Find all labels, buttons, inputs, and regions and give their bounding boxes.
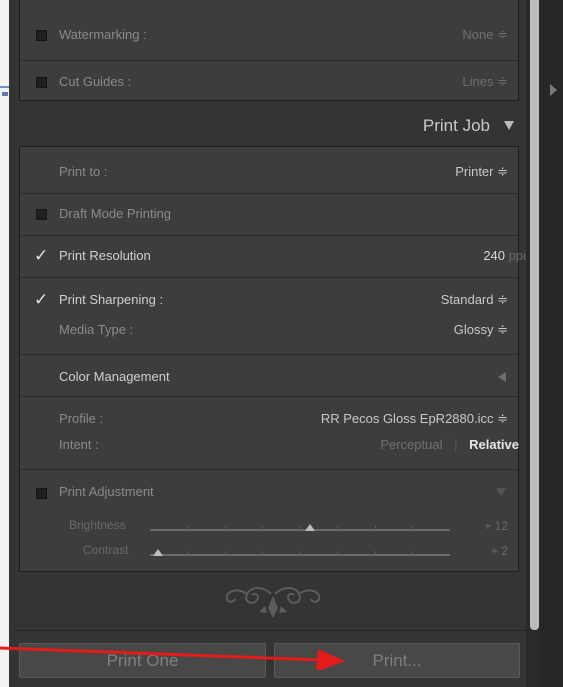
- cut-guides-row[interactable]: Cut Guides : Lines ≑: [20, 60, 518, 102]
- right-panel: Watermarking : None ≑ Cut Guides : Lines…: [15, 0, 526, 687]
- draft-mode-label: Draft Mode Printing: [59, 206, 171, 221]
- checkmark-icon[interactable]: ✓: [34, 247, 48, 264]
- slider-tick: [225, 526, 226, 530]
- contrast-label: Contrast: [83, 543, 129, 557]
- slider-tick: [375, 526, 376, 530]
- left-strip-mark: [0, 86, 9, 88]
- collapse-left-triangle-icon[interactable]: [498, 372, 506, 382]
- brightness-label: Brightness: [69, 518, 126, 532]
- intent-perceptual-option[interactable]: Perceptual: [380, 437, 442, 452]
- print-sharpening-row[interactable]: ✓ Print Sharpening : Standard ≑ Media Ty…: [20, 277, 518, 354]
- print-job-title: Print Job: [422, 116, 490, 135]
- brightness-slider[interactable]: [150, 524, 455, 538]
- right-edge-strip: [540, 0, 563, 687]
- brightness-value[interactable]: + 12: [484, 519, 508, 533]
- intent-label: Intent :: [59, 437, 99, 452]
- print-resolution-unit: ppi: [508, 248, 526, 263]
- print-adjustment-checkbox[interactable]: [36, 488, 47, 499]
- media-type-select[interactable]: Glossy ≑: [454, 322, 508, 338]
- expand-right-panel-arrow-icon[interactable]: [550, 84, 557, 96]
- cut-guides-label: Cut Guides :: [59, 74, 132, 89]
- watermarking-checkbox[interactable]: [36, 30, 47, 41]
- cut-guides-checkbox[interactable]: [36, 77, 47, 88]
- print-job-box: Print to : Printer ≑ Draft Mode Printing…: [19, 146, 526, 574]
- slider-tick: [300, 526, 301, 530]
- print-resolution-number[interactable]: 240: [483, 248, 505, 263]
- print-job-header[interactable]: Print Job: [19, 110, 526, 144]
- draft-mode-row[interactable]: Draft Mode Printing: [20, 193, 518, 235]
- print-adjustment-row: Print Adjustment Brightness + 12 Contras…: [20, 469, 518, 574]
- watermarking-select[interactable]: None ≑: [462, 27, 508, 43]
- profile-select[interactable]: RR Pecos Gloss EpR2880.icc ≑: [321, 411, 508, 427]
- slider-tick: [187, 526, 188, 530]
- slider-tick: [262, 551, 263, 555]
- print-resolution-label: Print Resolution: [59, 248, 151, 263]
- print-sharpening-select[interactable]: Standard ≑: [441, 292, 508, 308]
- slider-tick: [300, 551, 301, 555]
- expand-triangle-icon[interactable]: [496, 488, 506, 496]
- slider-tick: [262, 526, 263, 530]
- left-image-strip: [0, 0, 9, 687]
- draft-mode-checkbox[interactable]: [36, 209, 47, 220]
- print-to-row[interactable]: Print to : Printer ≑: [20, 147, 518, 193]
- color-profile-row: Profile : RR Pecos Gloss EpR2880.icc ≑ I…: [20, 396, 519, 469]
- profile-label: Profile :: [59, 411, 104, 426]
- slider-tick: [225, 551, 226, 555]
- contrast-slider-thumb[interactable]: [153, 549, 163, 556]
- media-type-label: Media Type :: [59, 322, 134, 337]
- panel-end-ornament: [225, 587, 321, 618]
- print-sharpening-label: Print Sharpening :: [59, 292, 164, 307]
- page-options-box: Watermarking : None ≑ Cut Guides : Lines…: [19, 0, 519, 101]
- print-resolution-value[interactable]: 240 ppi: [483, 248, 526, 263]
- intent-toggle: Perceptual | Relative: [380, 437, 519, 452]
- print-to-select[interactable]: Printer ≑: [455, 164, 508, 180]
- watermarking-row[interactable]: Watermarking : None ≑: [20, 0, 518, 43]
- checkmark-icon[interactable]: ✓: [34, 291, 48, 308]
- watermarking-label: Watermarking :: [59, 27, 147, 42]
- print-adjustment-label: Print Adjustment: [59, 484, 154, 499]
- brightness-slider-thumb[interactable]: [305, 524, 315, 531]
- slider-tick: [412, 526, 413, 530]
- intent-relative-option[interactable]: Relative: [469, 437, 519, 452]
- scrollbar-thumb[interactable]: [530, 0, 539, 630]
- slider-tick: [337, 551, 338, 555]
- left-strip-mark: [2, 92, 8, 96]
- slider-tick: [337, 526, 338, 530]
- collapse-triangle-icon[interactable]: [504, 121, 514, 130]
- cut-guides-select[interactable]: Lines ≑: [462, 74, 508, 90]
- bottom-divider: [15, 630, 526, 631]
- print-to-label: Print to :: [59, 164, 108, 179]
- print-resolution-row[interactable]: ✓ Print Resolution 240 ppi: [20, 235, 526, 277]
- color-management-row[interactable]: Color Management: [20, 354, 518, 396]
- intent-separator: |: [454, 437, 458, 452]
- contrast-value[interactable]: + 2: [491, 544, 508, 558]
- contrast-slider[interactable]: [150, 549, 455, 563]
- slider-tick: [187, 551, 188, 555]
- color-management-title: Color Management: [59, 369, 170, 384]
- slider-tick: [375, 551, 376, 555]
- slider-tick: [412, 551, 413, 555]
- annotation-arrow: [0, 646, 345, 670]
